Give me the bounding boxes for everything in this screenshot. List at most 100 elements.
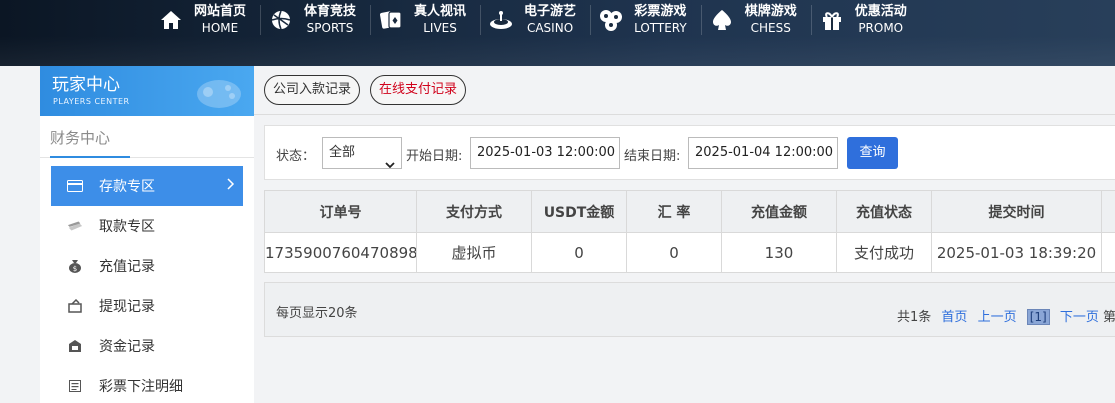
tab-company-deposit-records[interactable]: 公司入款记录 xyxy=(264,75,361,105)
lottery-balls-icon xyxy=(598,7,624,33)
sidebar-item-label: 存款专区 xyxy=(99,179,155,195)
nav-item-lottery[interactable]: 彩票游戏 LOTTERY xyxy=(590,0,701,40)
nav-item-chess[interactable]: 棋牌游戏 CHESS xyxy=(700,0,811,40)
column-header: 充值金额 xyxy=(721,190,837,233)
sidebar-header: 玩家中心 PLAYERS CENTER xyxy=(40,66,254,116)
tab-online-payment-records[interactable]: 在线支付记录 xyxy=(370,75,467,105)
sidebar-item-fund-records[interactable]: 资金记录 xyxy=(51,326,243,366)
home-icon xyxy=(158,7,184,33)
nav-item-promo[interactable]: 优惠活动 PROMO xyxy=(810,0,921,40)
sidebar-item-label: 提现记录 xyxy=(99,299,155,315)
sidebar-item-label: 资金记录 xyxy=(99,339,155,355)
table-row: 1735900760470898 虚拟币 0 0 130 支付成功 2025-0… xyxy=(264,232,1115,273)
sidebar-item-withdraw-records[interactable]: 提现记录 xyxy=(51,286,243,326)
nav-label-cn: 棋牌游戏 xyxy=(744,4,797,19)
sidebar-section-finance: 财务中心 xyxy=(40,116,254,158)
nav-item-sports[interactable]: 体育竞技 SPORTS xyxy=(260,0,370,40)
column-header: 订单号 xyxy=(264,190,417,233)
table-header-row: 订单号 支付方式 USDT金额 汇 率 充值金额 充值状态 提交时间 xyxy=(264,190,1115,233)
chevron-down-icon xyxy=(385,150,395,180)
sidebar-item-label: 彩票下注明细 xyxy=(99,379,183,395)
spade-icon xyxy=(709,7,735,33)
sidebar-item-withdraw-zone[interactable]: 取款专区 xyxy=(51,206,243,246)
payment-records-table: 订单号 支付方式 USDT金额 汇 率 充值金额 充值状态 提交时间 17359… xyxy=(264,190,1115,273)
gamepad-icon xyxy=(194,70,244,116)
table-cell-order-number: 1735900760470898 xyxy=(264,232,417,273)
nav-label-cn: 网站首页 xyxy=(194,4,247,19)
nav-label-cn: 真人视讯 xyxy=(414,4,467,19)
sidebar-item-deposit[interactable]: 存款专区 xyxy=(51,166,243,206)
nav-item-lives[interactable]: 真人视讯 LIVES xyxy=(370,0,480,40)
nav-item-home[interactable]: 网站首页 HOME xyxy=(150,0,260,40)
column-header: 充值状态 xyxy=(836,190,932,233)
first-page-link[interactable]: 首页 xyxy=(941,310,967,325)
money-bag-icon: $ xyxy=(67,259,83,273)
divider xyxy=(254,114,1115,115)
nav-label-en: CHESS xyxy=(750,21,791,35)
current-page: [1] xyxy=(1026,309,1050,325)
nav-label-cn: 优惠活动 xyxy=(854,4,907,19)
nav-label-en: HOME xyxy=(201,21,239,35)
end-date-input[interactable]: 2025-01-04 12:00:00 xyxy=(688,137,838,169)
column-header: USDT金额 xyxy=(531,190,627,233)
table-cell-recharge-status: 支付成功 xyxy=(836,232,932,273)
status-select[interactable]: 全部 xyxy=(322,137,402,169)
query-button[interactable]: 查询 xyxy=(847,137,898,169)
top-navigation-bar: 网站首页 HOME 体育竞技 SPORTS 真人视讯 LIVES 电子游艺 CASINO… xyxy=(0,0,1115,66)
nav-label-en: SPORTS xyxy=(306,21,354,35)
sidebar-item-lottery-bets[interactable]: 彩票下注明细 xyxy=(51,366,243,403)
table-cell-submit-time: 2025-01-03 18:39:20 xyxy=(931,232,1102,273)
nav-label-en: PROMO xyxy=(858,21,904,35)
roulette-icon xyxy=(488,7,514,33)
filter-bar: 状态： 全部 开始日期: 2025-01-03 12:00:00 结束日期: 2… xyxy=(264,125,1115,180)
sidebar-item-recharge-records[interactable]: $ 充值记录 xyxy=(51,246,243,286)
start-date-label: 开始日期: xyxy=(406,149,463,164)
player-center-sidebar: 玩家中心 PLAYERS CENTER 财务中心 存款专区 取款专区 $ 充值记… xyxy=(40,66,254,403)
nav-label-cn: 体育竞技 xyxy=(304,4,357,19)
table-cell-exchange-rate: 0 xyxy=(626,232,722,273)
nav-label-en: CASINO xyxy=(526,21,574,35)
start-date-input[interactable]: 2025-01-03 12:00:00 xyxy=(470,137,620,169)
table-cell-payment-method: 虚拟币 xyxy=(416,232,532,273)
nav-item-casino[interactable]: 电子游艺 CASINO xyxy=(480,0,590,40)
sidebar-title: 玩家中心 xyxy=(52,75,120,95)
pagination-footer: 每页显示20条 共1条 首页 上一页 [1] 下一页 第 xyxy=(264,282,1115,337)
end-date-label: 结束日期: xyxy=(624,149,681,164)
chevron-right-icon xyxy=(227,178,235,194)
sidebar-menu: 存款专区 取款专区 $ 充值记录 提现记录 资金记录 彩票下注明细 xyxy=(40,166,254,403)
sidebar-item-label: 取款专区 xyxy=(99,219,155,235)
sports-ball-icon xyxy=(268,7,294,33)
card-icon xyxy=(67,179,83,193)
gift-icon xyxy=(819,7,845,33)
column-header-overflow xyxy=(1101,190,1115,233)
column-header: 支付方式 xyxy=(416,190,532,233)
sidebar-item-label: 充值记录 xyxy=(99,259,155,275)
table-cell-recharge-amount: 130 xyxy=(721,232,837,273)
column-header: 汇 率 xyxy=(626,190,722,233)
table-cell-usdt-amount: 0 xyxy=(531,232,627,273)
column-header: 提交时间 xyxy=(931,190,1102,233)
wallet-icon xyxy=(67,339,83,353)
record-tabs: 公司入款记录 在线支付记录 xyxy=(264,75,467,105)
nav-label-cn: 电子游艺 xyxy=(524,4,577,19)
sidebar-section-label: 财务中心 xyxy=(50,129,111,147)
pagination: 共1条 首页 上一页 [1] 下一页 第 xyxy=(897,306,1115,325)
next-page-link[interactable]: 下一页 xyxy=(1060,310,1099,325)
cash-icon xyxy=(67,219,83,233)
nav-label-en: LOTTERY xyxy=(634,21,687,35)
last-page-link-partial[interactable]: 第 xyxy=(1103,310,1115,325)
table-cell-overflow xyxy=(1101,232,1115,273)
sidebar-subtitle: PLAYERS CENTER xyxy=(53,97,130,106)
main-nav: 网站首页 HOME 体育竞技 SPORTS 真人视讯 LIVES 电子游艺 CASINO… xyxy=(150,0,921,46)
total-count: 共1条 xyxy=(897,310,932,325)
nav-label-cn: 彩票游戏 xyxy=(634,4,687,19)
playing-cards-icon xyxy=(378,7,404,33)
nav-label-en: LIVES xyxy=(423,21,457,35)
status-label: 状态： xyxy=(276,149,316,164)
status-select-value: 全部 xyxy=(329,145,356,160)
withdraw-icon xyxy=(67,299,83,313)
prev-page-link[interactable]: 上一页 xyxy=(978,310,1017,325)
list-icon xyxy=(67,379,83,393)
per-page-text: 每页显示20条 xyxy=(276,306,358,321)
svg-text:$: $ xyxy=(73,265,77,273)
